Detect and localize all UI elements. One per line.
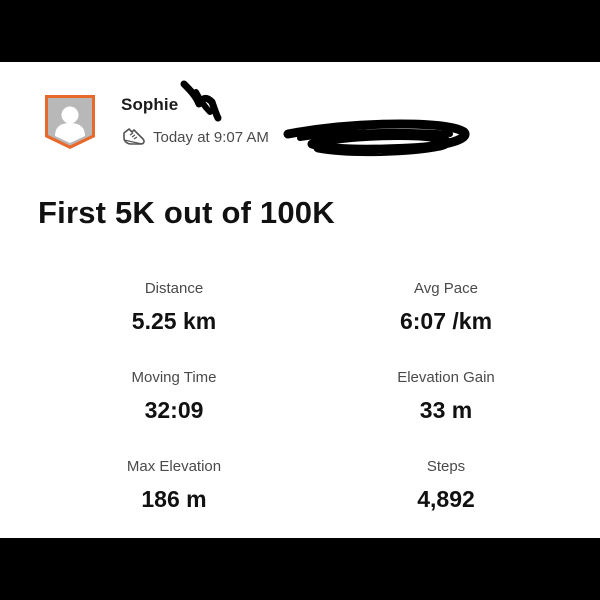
stat-value: 32:09 [144, 397, 204, 423]
avatar[interactable] [43, 93, 97, 151]
stat-value: 186 m [141, 486, 207, 512]
stat-label: Elevation Gain [397, 369, 495, 386]
athlete-name[interactable]: Sophie [121, 95, 178, 115]
stat-label: Max Elevation [126, 458, 222, 475]
activity-title[interactable]: First 5K out of 100K [38, 195, 335, 231]
stat-max-elevation: Max Elevation 186 m [74, 457, 274, 513]
stat-label: Moving Time [131, 369, 217, 386]
stat-value: 6:07 /km [399, 308, 493, 334]
stat-label: Distance [144, 280, 204, 297]
stat-moving-time: Moving Time 32:09 [74, 368, 274, 424]
stat-label: Avg Pace [414, 280, 478, 297]
stat-value: 5.25 km [131, 308, 217, 334]
running-shoe-icon [123, 128, 145, 145]
stat-elevation-gain: Elevation Gain 33 m [346, 368, 546, 424]
activity-timestamp: Today at 9:07 AM [153, 128, 269, 146]
stat-distance: Distance 5.25 km [74, 279, 274, 335]
stat-label: Steps [426, 458, 466, 475]
stat-steps: Steps 4,892 [346, 457, 546, 513]
stat-avg-pace: Avg Pace 6:07 /km [346, 279, 546, 335]
stat-value: 33 m [419, 397, 473, 423]
activity-card[interactable]: Sophie Today at 9:07 AM First 5K out of … [0, 62, 600, 538]
activity-meta: Today at 9:07 AM [121, 126, 269, 148]
stat-value: 4,892 [417, 486, 475, 512]
screenshot-frame: Sophie Today at 9:07 AM First 5K out of … [0, 0, 600, 600]
avatar-placeholder-icon [45, 95, 95, 149]
